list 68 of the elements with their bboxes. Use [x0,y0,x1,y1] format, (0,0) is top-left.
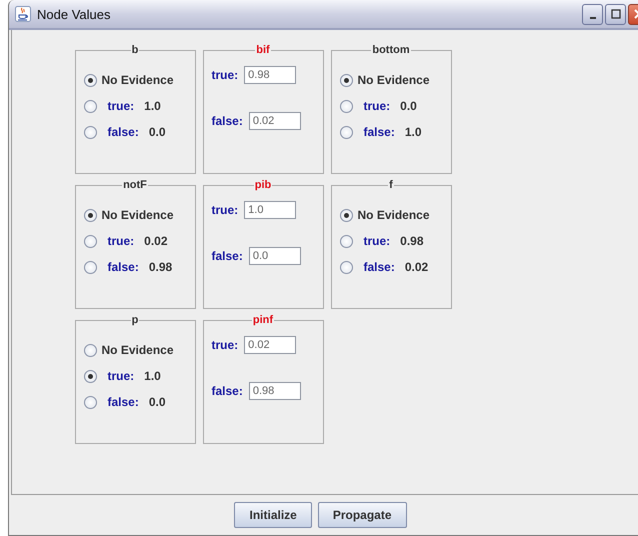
node-title: p [130,314,140,326]
probability-value: 0.02 [144,234,168,248]
radio-button[interactable] [84,260,96,274]
node-title: notF [122,179,148,191]
node-title: b [130,44,140,56]
radio-button[interactable] [84,344,96,356]
node-title: pib [254,179,272,191]
probability-field[interactable]: 0.0 [248,247,301,265]
radio-button[interactable] [340,74,352,86]
radio-button[interactable] [84,100,96,112]
state-label: No Evidence [102,343,174,357]
probability-value: 0.0 [148,395,166,409]
action-button[interactable]: Propagate [318,502,407,528]
state-label: No Evidence [102,73,174,87]
node-title: pinf [252,314,274,326]
minimize-button[interactable] [582,4,603,24]
maximize-icon [610,9,620,19]
action-button[interactable]: Initialize [234,502,312,528]
probability-value: 0.0 [400,99,417,113]
state-label: false: [108,395,139,409]
state-label: No Evidence [102,208,174,222]
maximize-button[interactable] [605,4,626,24]
minimize-icon [590,16,596,18]
probability-value: 1.0 [144,99,161,113]
node-title: bottom [371,44,411,56]
state-label: true: [364,234,390,248]
state-label: true: [364,99,390,113]
coffee-cup-icon [15,6,31,22]
state-label: true: [108,234,134,248]
radio-button[interactable] [84,396,96,408]
state-label: true: [212,203,238,217]
probability-value: 1.0 [144,369,161,383]
probability-field[interactable]: 0.02 [248,112,301,130]
state-label: false: [212,384,243,398]
state-label: true: [212,68,238,82]
state-label: No Evidence [358,73,430,87]
state-label: false: [108,260,139,274]
probability-value: 0.02 [404,260,428,274]
state-label: No Evidence [358,208,430,222]
state-label: false: [364,260,395,274]
radio-button[interactable] [340,126,352,138]
probability-value: 0.98 [148,260,172,274]
node-title: bif [255,44,271,56]
probability-value: 1.0 [404,125,422,139]
radio-button[interactable] [340,100,352,112]
radio-button[interactable] [340,234,352,248]
probability-value: 0.0 [148,125,166,139]
window-title: Node Values [37,6,110,22]
state-label: true: [212,338,238,352]
radio-button[interactable] [340,208,352,222]
state-label: false: [108,125,139,139]
state-label: false: [364,125,395,139]
probability-field[interactable]: 0.02 [244,336,296,354]
probability-field[interactable]: 0.98 [248,382,301,400]
state-label: false: [212,249,243,263]
state-label: true: [108,369,134,383]
probability-field[interactable]: 0.98 [244,66,296,84]
state-label: true: [108,99,134,113]
radio-button[interactable] [84,370,96,382]
radio-button[interactable] [84,208,96,222]
radio-button[interactable] [84,74,96,86]
radio-button[interactable] [84,234,96,248]
radio-button[interactable] [340,260,352,274]
probability-value: 0.98 [400,234,424,248]
probability-field[interactable]: 1.0 [244,201,296,219]
node-title: f [388,179,394,191]
radio-button[interactable] [84,126,96,138]
state-label: false: [212,114,243,128]
